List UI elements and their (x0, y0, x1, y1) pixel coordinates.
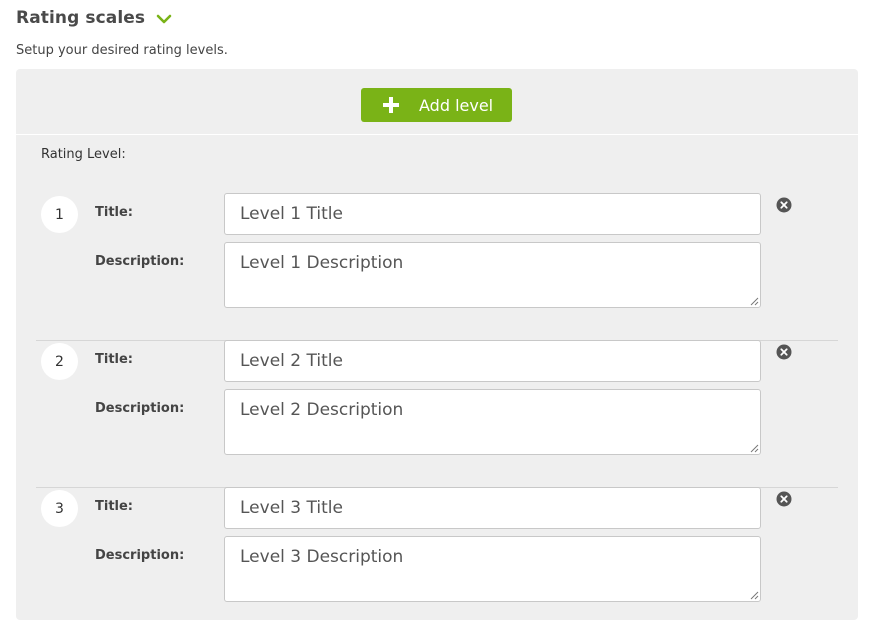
description-label: Description: (95, 401, 185, 416)
page-title: Rating scales (16, 8, 146, 28)
level-title-input[interactable] (224, 340, 761, 382)
remove-level-icon[interactable] (776, 197, 792, 213)
level-title-input[interactable] (224, 487, 761, 529)
rating-panel: Add level Rating Level: 1 Title: Descrip… (16, 69, 858, 620)
level-title-input[interactable] (224, 193, 761, 235)
title-label: Title: (95, 205, 134, 220)
title-label: Title: (95, 352, 134, 367)
plus-icon (383, 97, 399, 113)
remove-level-icon[interactable] (776, 491, 792, 507)
rating-level-row: 2 Title: Description: Level 2 Descriptio… (36, 340, 838, 488)
panel-toolbar: Add level (16, 69, 858, 135)
level-description-input[interactable]: Level 1 Description (224, 242, 761, 308)
section-header: Rating scales (16, 8, 173, 28)
add-level-button[interactable]: Add level (361, 88, 512, 122)
chevron-down-icon[interactable] (155, 11, 173, 25)
description-label: Description: (95, 254, 185, 269)
page-subtitle: Setup your desired rating levels. (16, 43, 228, 58)
rating-level-heading: Rating Level: (41, 147, 126, 162)
rating-level-row: 3 Title: Description: Level 3 Descriptio… (36, 487, 838, 634)
remove-level-icon[interactable] (776, 344, 792, 360)
level-number-badge: 2 (41, 343, 78, 380)
level-number-badge: 3 (41, 490, 78, 527)
level-description-input[interactable]: Level 2 Description (224, 389, 761, 455)
level-description-input[interactable]: Level 3 Description (224, 536, 761, 602)
title-label: Title: (95, 499, 134, 514)
description-label: Description: (95, 548, 185, 563)
add-level-label: Add level (419, 95, 494, 115)
level-number-badge: 1 (41, 196, 78, 233)
rating-level-row: 1 Title: Description: Level 1 Descriptio… (36, 193, 838, 341)
